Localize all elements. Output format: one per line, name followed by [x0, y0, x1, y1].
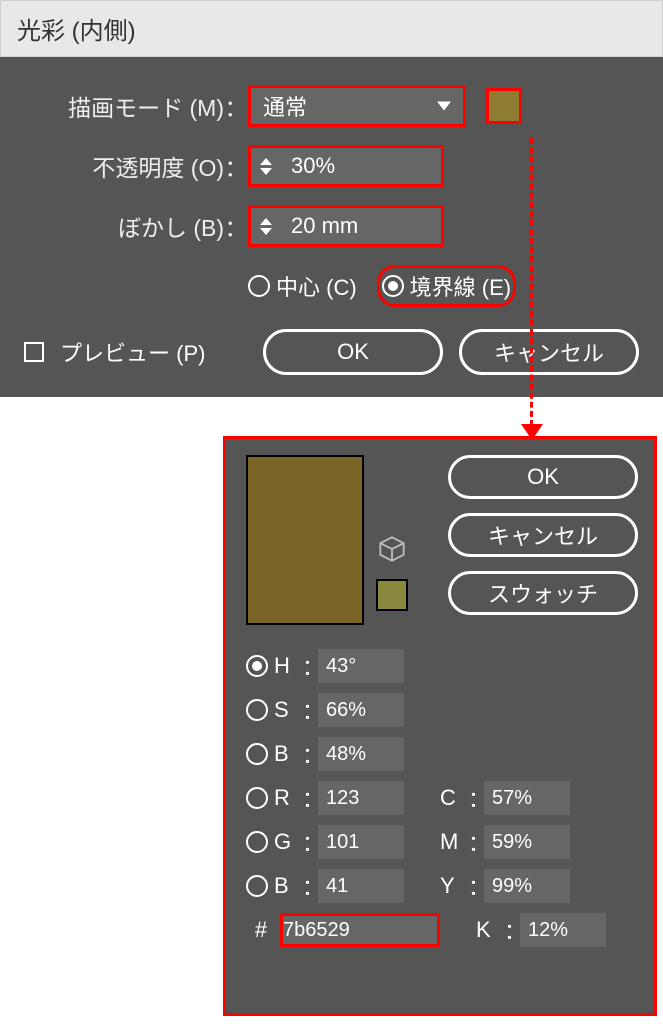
s-radio[interactable] — [246, 699, 268, 721]
mode-dropdown[interactable]: 通常 — [248, 85, 466, 127]
center-label: 中心 (C) — [276, 270, 357, 302]
r-row: R ： C ： — [246, 781, 638, 815]
caret-down-icon — [260, 168, 272, 175]
k-label: K — [476, 917, 504, 943]
hex-row: # K ： — [246, 913, 638, 947]
h-label: H — [274, 653, 302, 679]
caret-up-icon — [260, 158, 272, 165]
r-radio[interactable] — [246, 787, 268, 809]
opacity-input[interactable] — [281, 148, 441, 184]
caret-up-icon — [260, 218, 272, 225]
preview-label: プレビュー (P) — [60, 336, 205, 368]
s-row: S ： — [246, 693, 638, 727]
h-row: H ： — [246, 649, 638, 683]
g-input[interactable] — [318, 825, 404, 859]
y-col: Y ： — [440, 869, 570, 903]
current-color-swatch[interactable] — [246, 455, 364, 625]
edge-label: 境界線 (E) — [410, 270, 511, 302]
r-input[interactable] — [318, 781, 404, 815]
colon: ： — [224, 89, 248, 123]
dialog-title: 光彩 (内側) — [0, 0, 663, 57]
h-radio[interactable] — [246, 655, 268, 677]
color-picker-dialog: OK キャンセル スウォッチ H ： S ： B ： R ： — [223, 436, 657, 1016]
mode-row: 描画モード (M) ： 通常 — [24, 85, 639, 127]
opacity-input-wrap — [248, 145, 444, 187]
m-input[interactable] — [484, 825, 570, 859]
blur-input-wrap — [248, 205, 444, 247]
r-label: R — [274, 785, 302, 811]
center-radio[interactable] — [248, 275, 270, 297]
colon: ： — [224, 209, 248, 243]
blur-row: ぼかし (B) ： — [24, 205, 639, 247]
opacity-label: 不透明度 (O) — [24, 149, 224, 183]
b-label: B — [274, 741, 302, 767]
y-input[interactable] — [484, 869, 570, 903]
preview-checkbox[interactable] — [24, 342, 44, 362]
picker-buttons: OK キャンセル スウォッチ — [448, 455, 638, 615]
picker-ok-button[interactable]: OK — [448, 455, 638, 499]
color-values: H ： S ： B ： R ： C ： — [246, 649, 638, 947]
g-radio[interactable] — [246, 831, 268, 853]
color-swatch[interactable] — [486, 88, 522, 124]
previous-color-swatch[interactable] — [376, 579, 408, 611]
g-row: G ： M ： — [246, 825, 638, 859]
annotation-arrow — [530, 138, 533, 426]
b2-radio[interactable] — [246, 875, 268, 897]
colon: ： — [224, 149, 248, 183]
edge-radio[interactable] — [382, 275, 404, 297]
inner-glow-dialog: 光彩 (内側) 描画モード (M) ： 通常 不透明度 (O) ： ぼかし — [0, 0, 663, 397]
hex-input[interactable] — [280, 913, 440, 947]
opacity-stepper[interactable] — [251, 148, 281, 184]
h-input[interactable] — [318, 649, 404, 683]
mode-value: 通常 — [263, 90, 307, 122]
origin-radio-group: 中心 (C) 境界線 (E) — [248, 265, 639, 307]
cancel-button[interactable]: キャンセル — [459, 329, 639, 375]
b2-row: B ： Y ： — [246, 869, 638, 903]
blur-label: ぼかし (B) — [24, 209, 224, 243]
opacity-row: 不透明度 (O) ： — [24, 145, 639, 187]
blur-input[interactable] — [281, 208, 441, 244]
b-input[interactable] — [318, 737, 404, 771]
mid-column — [376, 535, 408, 611]
mode-label: 描画モード (M) — [24, 89, 224, 123]
m-label: M — [440, 829, 468, 855]
c-col: C ： — [440, 781, 570, 815]
k-col: K ： — [476, 913, 606, 947]
blur-stepper[interactable] — [251, 208, 281, 244]
picker-swatch-button[interactable]: スウォッチ — [448, 571, 638, 615]
chevron-down-icon — [437, 102, 451, 111]
edge-radio-wrap[interactable]: 境界線 (E) — [377, 265, 516, 307]
c-label: C — [440, 785, 468, 811]
hash-label: # — [250, 917, 272, 943]
center-radio-wrap[interactable]: 中心 (C) — [248, 270, 357, 302]
color-picker-top: OK キャンセル スウォッチ — [246, 455, 638, 625]
c-input[interactable] — [484, 781, 570, 815]
ok-button[interactable]: OK — [263, 329, 443, 375]
b2-input[interactable] — [318, 869, 404, 903]
g-label: G — [274, 829, 302, 855]
b2-label: B — [274, 873, 302, 899]
s-input[interactable] — [318, 693, 404, 727]
b-radio[interactable] — [246, 743, 268, 765]
s-label: S — [274, 697, 302, 723]
b-row: B ： — [246, 737, 638, 771]
cube-icon — [378, 535, 406, 563]
y-label: Y — [440, 873, 468, 899]
picker-cancel-button[interactable]: キャンセル — [448, 513, 638, 557]
m-col: M ： — [440, 825, 570, 859]
k-input[interactable] — [520, 913, 606, 947]
dialog-body: 描画モード (M) ： 通常 不透明度 (O) ： ぼかし (B) ： — [0, 57, 663, 397]
caret-down-icon — [260, 228, 272, 235]
dialog-footer: プレビュー (P) OK キャンセル — [24, 329, 639, 375]
